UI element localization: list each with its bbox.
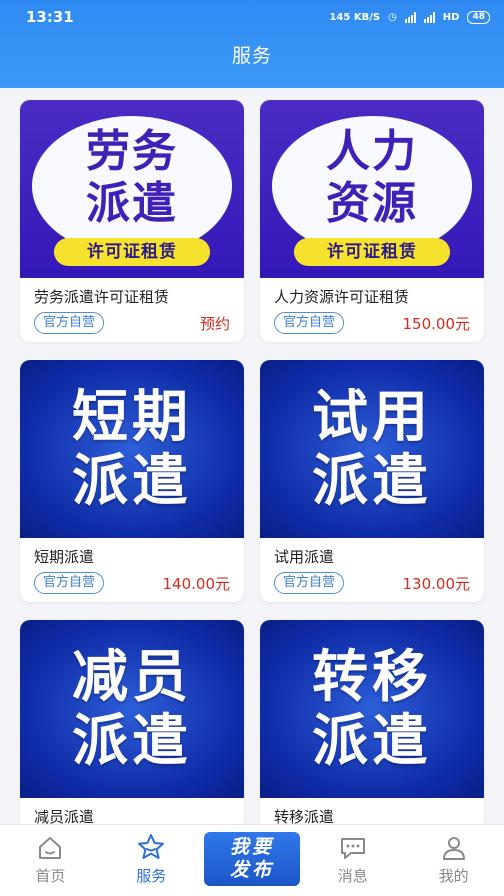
card-price: 预约 — [199, 314, 230, 333]
tab-label: 消息 — [337, 867, 368, 885]
network-type: HD — [442, 11, 460, 23]
tab-messages[interactable]: 消息 — [302, 825, 403, 896]
card-title: 转移派遣 — [274, 808, 335, 824]
tab-label: 我的 — [438, 867, 469, 885]
card-image: 劳务 派遣 许可证租赁 — [20, 100, 244, 278]
chat-icon — [340, 838, 365, 859]
tab-mine[interactable]: 我的 — [403, 825, 504, 896]
alarm-icon: ◷ — [388, 11, 397, 23]
service-grid: 劳务 派遣 许可证租赁 劳务派遣许可证租赁 官方自营 预约 人力 资源 许可证租赁 … — [0, 88, 504, 824]
official-badge: 官方自营 — [34, 312, 105, 334]
signal-icon — [404, 11, 416, 23]
card-title: 减员派遣 — [34, 808, 95, 824]
tab-label: 服务 — [136, 867, 167, 885]
status-time: 13:31 — [26, 8, 74, 26]
tab-service[interactable]: 服务 — [101, 825, 202, 896]
license-tag: 许可证租赁 — [54, 238, 210, 266]
status-bar: 13:31 145 KB/S ◷ HD 48 — [0, 0, 504, 34]
top-header: 13:31 145 KB/S ◷ HD 48 服务 — [0, 0, 504, 88]
home-icon — [39, 837, 62, 859]
star-icon — [138, 834, 165, 859]
battery-icon: 48 — [467, 10, 490, 24]
official-badge: 官方自营 — [274, 312, 345, 334]
service-card[interactable]: 试用 派遣 试用派遣 官方自营 130.00元 — [260, 360, 484, 602]
card-image: 试用 派遣 — [260, 360, 484, 538]
status-icons: 145 KB/S ◷ HD 48 — [329, 10, 490, 24]
card-price: 140.00元 — [162, 574, 231, 593]
network-speed: 145 KB/S — [329, 11, 381, 23]
card-image: 转移 派遣 — [260, 620, 484, 798]
license-tag: 许可证租赁 — [294, 238, 450, 266]
card-image: 短期 派遣 — [20, 360, 244, 538]
official-badge: 官方自营 — [274, 572, 345, 594]
user-icon — [442, 837, 465, 860]
service-card[interactable]: 短期 派遣 短期派遣 官方自营 140.00元 — [20, 360, 244, 602]
card-title: 人力资源许可证租赁 — [274, 288, 410, 306]
service-card[interactable]: 人力 资源 许可证租赁 人力资源许可证租赁 官方自营 150.00元 — [260, 100, 484, 342]
card-image: 人力 资源 许可证租赁 — [260, 100, 484, 278]
official-badge: 官方自营 — [34, 572, 105, 594]
card-title: 短期派遣 — [34, 548, 95, 566]
publish-button[interactable]: 我要 发布 — [204, 832, 300, 886]
card-price: 130.00元 — [402, 574, 471, 593]
signal-icon-2 — [423, 11, 435, 23]
page-title: 服务 — [231, 45, 272, 67]
tab-home[interactable]: 首页 — [0, 825, 101, 896]
service-card[interactable]: 劳务 派遣 许可证租赁 劳务派遣许可证租赁 官方自营 预约 — [20, 100, 244, 342]
card-title: 劳务派遣许可证租赁 — [34, 288, 170, 306]
service-card[interactable]: 转移 派遣 转移派遣 — [260, 620, 484, 824]
card-image: 减员 派遣 — [20, 620, 244, 798]
card-title: 试用派遣 — [274, 548, 335, 566]
service-card[interactable]: 减员 派遣 减员派遣 — [20, 620, 244, 824]
tab-label: 首页 — [35, 867, 66, 885]
card-price: 150.00元 — [402, 314, 471, 333]
